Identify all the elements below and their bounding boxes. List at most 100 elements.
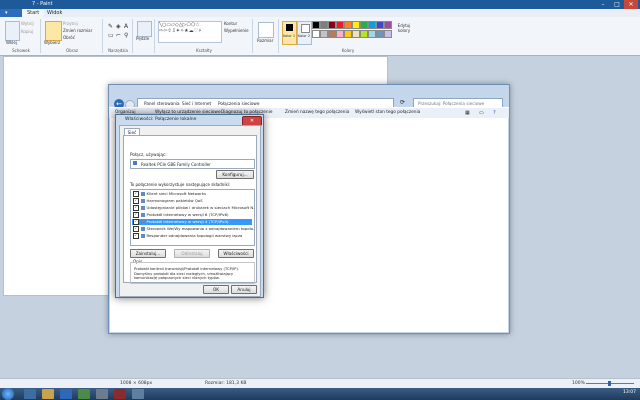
color1-button[interactable]: Kolor 1: [282, 21, 297, 45]
edit-colors-button[interactable]: Edytuj kolory: [396, 23, 412, 33]
tab-view[interactable]: Widok: [42, 9, 67, 17]
control-panel-icon[interactable]: [132, 389, 144, 399]
minimize-icon[interactable]: –: [596, 0, 610, 9]
start-button[interactable]: [2, 388, 14, 400]
components-list[interactable]: ✓ Klient sieci Microsoft Networks ✓ Harmono…: [130, 189, 255, 246]
fill-icon[interactable]: ◈: [116, 23, 121, 30]
color-swatch[interactable]: [384, 30, 392, 38]
color-swatch[interactable]: [336, 30, 344, 38]
color-swatch[interactable]: [328, 30, 336, 38]
color-swatch[interactable]: [344, 21, 352, 29]
rename-button[interactable]: Zmień nazwę tego połączenia: [285, 110, 349, 115]
resize-button[interactable]: Zmień rozmiar: [63, 28, 92, 33]
checkbox-icon[interactable]: ✓: [133, 233, 139, 239]
view-status-button[interactable]: Wyświetl stan tego połączenia: [355, 110, 420, 115]
list-item[interactable]: ✓ Harmonogram pakietów QoS: [132, 198, 252, 204]
components-label: To połączenie wykorzystuje następujące s…: [130, 182, 231, 187]
crop-button[interactable]: Przytnij: [63, 21, 78, 26]
list-item[interactable]: ✓ Responder odnajdowania topologii warstw…: [132, 233, 252, 239]
color-swatch[interactable]: [328, 21, 336, 29]
color-swatch[interactable]: [344, 30, 352, 38]
view-options-icon[interactable]: ▦: [465, 110, 470, 116]
component-icon: [140, 206, 145, 210]
text-icon[interactable]: A: [124, 23, 128, 30]
color-swatch[interactable]: [312, 30, 320, 38]
eraser-icon[interactable]: ▭: [108, 32, 114, 39]
list-item-label: Sterownik We/Wy mapowania z odnajdowanie…: [146, 226, 255, 231]
close-icon[interactable]: ✕: [624, 0, 638, 9]
clock[interactable]: 13:07: [623, 390, 636, 395]
file-menu-tab[interactable]: ▾: [0, 9, 24, 17]
paint-taskbar-icon[interactable]: [114, 389, 126, 399]
color-swatch[interactable]: [368, 21, 376, 29]
component-icon: [140, 220, 145, 224]
ie-icon[interactable]: [24, 389, 36, 399]
breadcrumb-control-panel[interactable]: Panel sterowania: [144, 101, 180, 106]
media-player-icon[interactable]: [60, 389, 72, 399]
color-swatch[interactable]: [360, 30, 368, 38]
component-icon: [140, 192, 145, 196]
checkbox-icon[interactable]: ✓: [133, 205, 139, 211]
install-button[interactable]: Zainstaluj...: [130, 249, 166, 258]
help-icon[interactable]: ?: [493, 110, 496, 116]
uninstall-button[interactable]: Odinstaluj: [174, 249, 210, 258]
configure-button[interactable]: Konfiguruj...: [216, 170, 254, 179]
color-swatch[interactable]: [376, 21, 384, 29]
color-swatch[interactable]: [336, 21, 344, 29]
shapes-gallery[interactable]: ╲○▭▱◇△▷⬠⬡☆ ⇨⇦⇧⇩✦✧★☁♡⚡: [158, 21, 222, 43]
color-swatch[interactable]: [360, 21, 368, 29]
file-size-text: Rozmiar: 181,3 KB: [205, 381, 247, 386]
checkbox-icon[interactable]: ✓: [133, 198, 139, 204]
list-item-label: Protokół internetowy w wersji 4 (TCP/IPv…: [146, 219, 229, 224]
list-item[interactable]: ✓ Udostępnianie plików i drukarek w sieci…: [132, 205, 254, 211]
color-swatch[interactable]: [312, 21, 320, 29]
checkbox-icon[interactable]: ✓: [133, 212, 139, 218]
color-swatch[interactable]: [368, 30, 376, 38]
preview-pane-icon[interactable]: ▭: [479, 110, 484, 116]
copy-button[interactable]: Kopiuj: [21, 29, 33, 34]
select-button[interactable]: [45, 21, 62, 41]
outline-button[interactable]: Kontur: [224, 21, 237, 26]
explorer-icon[interactable]: [42, 389, 54, 399]
brushes-button[interactable]: [137, 21, 152, 37]
picker-icon[interactable]: ⌐: [116, 32, 121, 39]
size-icon[interactable]: [258, 22, 274, 38]
cut-button[interactable]: Wytnij: [21, 21, 34, 26]
colors-label: Kolory: [341, 48, 355, 53]
color-palette[interactable]: [312, 21, 402, 41]
breadcrumb-network[interactable]: Sieć i Internet: [182, 101, 211, 106]
fill-button[interactable]: Wypełnienie: [224, 28, 249, 33]
color-swatch[interactable]: [376, 30, 384, 38]
paste-button[interactable]: [5, 21, 20, 41]
properties-button[interactable]: Właściwości: [218, 249, 254, 258]
app-icon[interactable]: [96, 389, 108, 399]
checkbox-icon[interactable]: ✓: [133, 219, 139, 225]
checkbox-icon[interactable]: ✓: [133, 226, 139, 232]
rotate-button[interactable]: Obróć: [63, 35, 75, 40]
breadcrumb-connections[interactable]: Połączenia sieciowe: [218, 101, 259, 106]
color-swatch[interactable]: [352, 21, 360, 29]
ok-button[interactable]: OK: [203, 285, 229, 294]
color-swatch[interactable]: [320, 30, 328, 38]
colors-group: Kolor 1 Kolor 2 Edytuj kolory Kolory: [280, 19, 416, 53]
chrome-icon[interactable]: [78, 389, 90, 399]
list-item[interactable]: ✓ Protokół internetowy w wersji 6 (TCP/IP…: [132, 212, 252, 218]
tab-start[interactable]: Start: [22, 9, 45, 17]
pencil-icon[interactable]: ✎: [108, 23, 113, 30]
paint-title-bar: 7 - Paint – □ ✕: [0, 0, 640, 9]
dialog-title: Właściwości: Połączenie lokalne: [125, 117, 197, 122]
color-swatch[interactable]: [352, 30, 360, 38]
cancel-button[interactable]: Anuluj: [231, 285, 257, 294]
adapter-name: Realtek PCIe GBE Family Controller: [141, 161, 211, 167]
magnifier-icon[interactable]: ⚲: [124, 32, 128, 39]
color-swatch[interactable]: [320, 21, 328, 29]
list-item[interactable]: ✓ Klient sieci Microsoft Networks: [132, 191, 252, 197]
refresh-icon[interactable]: ⟳: [400, 99, 405, 106]
list-item[interactable]: ✓ Protokół internetowy w wersji 4 (TCP/IP…: [132, 219, 252, 225]
list-item[interactable]: ✓ Sterownik We/Wy mapowania z odnajdowani…: [132, 226, 254, 232]
color-swatch[interactable]: [384, 21, 392, 29]
maximize-icon[interactable]: □: [610, 0, 624, 9]
checkbox-icon[interactable]: ✓: [133, 191, 139, 197]
zoom-slider[interactable]: [586, 381, 634, 386]
color2-button[interactable]: Kolor 2: [297, 21, 312, 45]
